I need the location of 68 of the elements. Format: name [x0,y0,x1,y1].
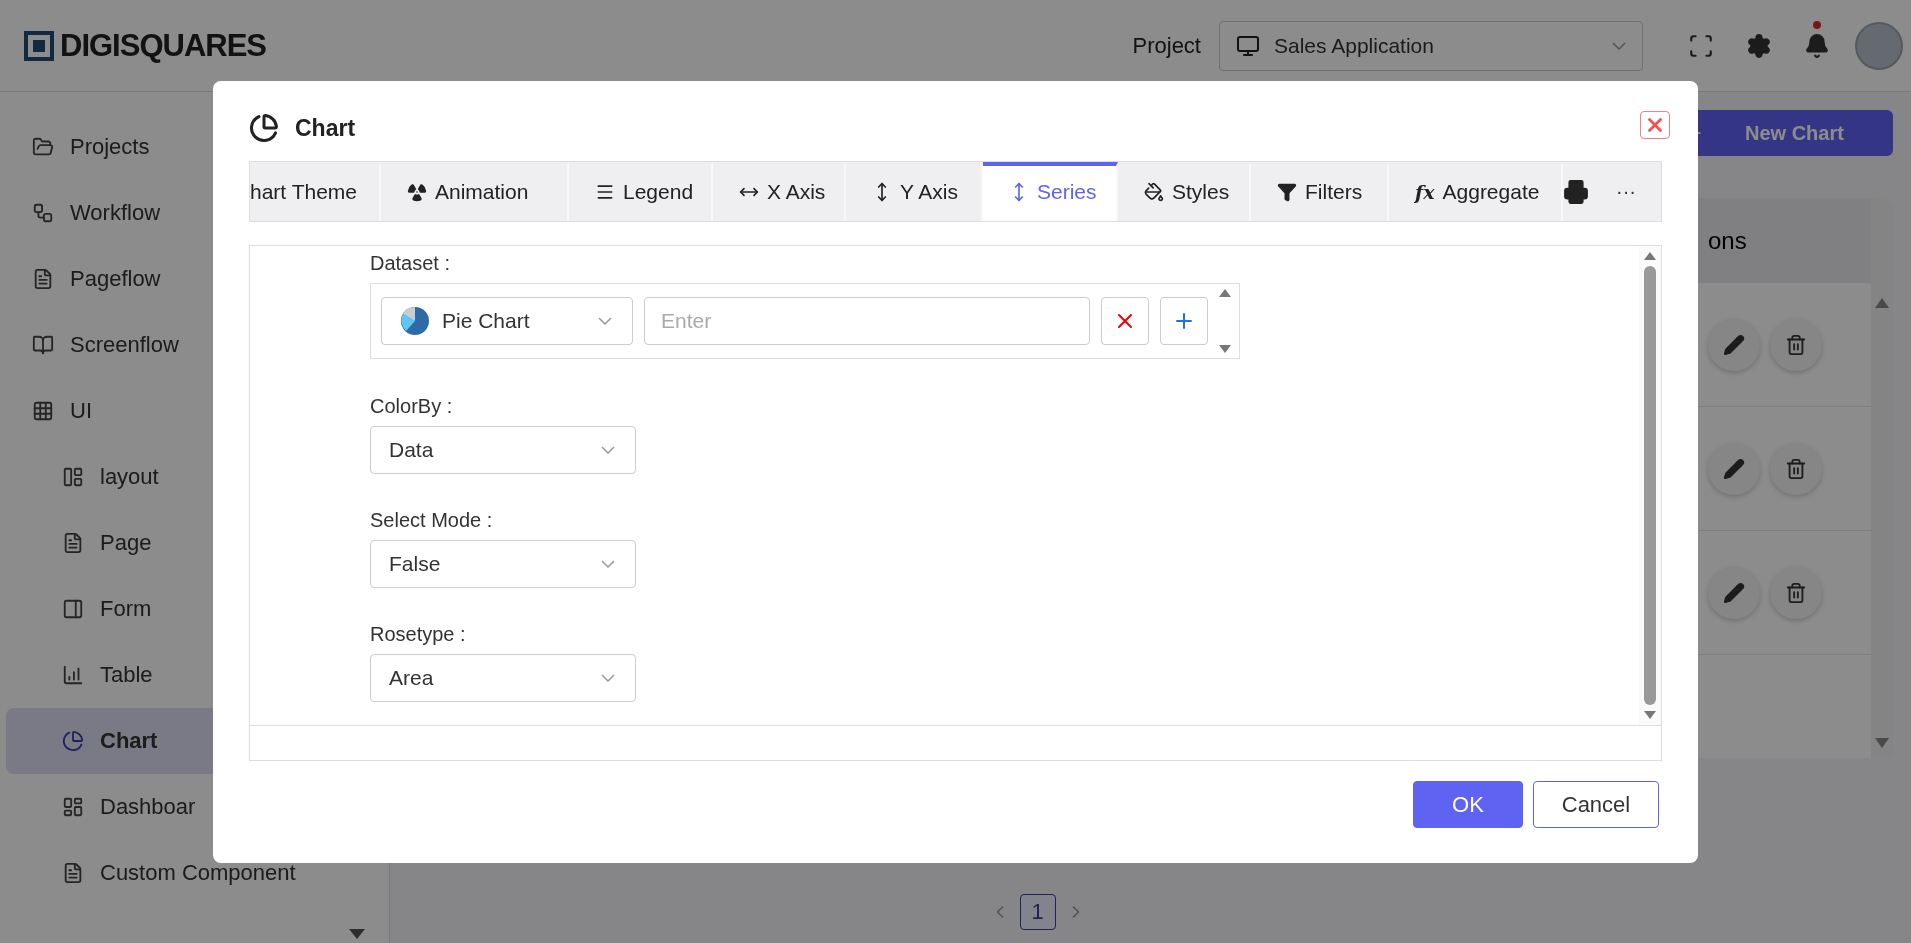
bell-icon[interactable] [1804,32,1830,59]
pencil-icon [1723,333,1745,356]
printer-icon[interactable] [1563,178,1589,205]
field-label: Select Mode : [370,509,494,532]
dashboard-icon [62,796,84,818]
logo-text: DIGISQUARES [60,27,267,64]
scrollbar[interactable] [1871,198,1893,758]
settings-icon[interactable] [1746,32,1772,59]
chevron-down-icon [1612,41,1626,50]
book-icon [32,334,54,356]
edit-button[interactable] [1708,318,1760,371]
chevron-down-icon [601,674,615,682]
sidebar-item[interactable]: Screenflow [6,312,381,378]
edit-button[interactable] [1708,442,1760,495]
delete-button[interactable] [1770,442,1822,495]
tab[interactable]: hart Theme [250,162,381,221]
scroll-down-arrow-icon[interactable] [1219,345,1231,353]
radiation-icon [407,181,427,202]
document-icon [62,862,84,884]
chevron-down-icon [598,317,612,325]
project-select[interactable]: Sales Application [1219,20,1643,71]
grid-icon [32,400,54,422]
tab[interactable]: Series [983,162,1118,221]
input-field[interactable]: Enter [644,297,1090,345]
form-icon [62,598,84,620]
sidebar-item[interactable]: Dashboar [6,774,381,840]
trash-icon [1785,581,1807,604]
dropdown-select[interactable]: False [370,540,636,588]
add-button[interactable] [1160,297,1208,345]
document-icon [32,268,54,290]
folder-icon [32,136,54,158]
delete-button[interactable] [1770,566,1822,619]
edit-button[interactable] [1708,566,1760,619]
layout-icon [62,466,84,488]
field-label: Rosetype : [370,623,467,646]
delete-button[interactable] [1770,318,1822,371]
paint-bucket-icon [1144,181,1164,202]
filter-icon [1277,181,1297,202]
field-label: ColorBy : [370,395,454,418]
ok-button[interactable]: OK [1413,781,1523,828]
dialog-title: Chart [295,114,356,142]
scrollbar[interactable] [1639,246,1661,725]
chevron-down-icon [601,446,615,454]
dropdown-select[interactable]: Area [370,654,636,702]
page-button[interactable]: 1 [1019,894,1056,930]
pencil-icon [1723,457,1745,480]
cancel-button[interactable]: Cancel [1533,781,1659,828]
pie-chart-icon [249,113,279,143]
pie-chart-icon [62,730,84,752]
chevron-down-icon [601,560,615,568]
monitor-icon [1236,33,1260,58]
document-icon [62,532,84,554]
bar-chart-icon [62,664,84,686]
pie-chart-icon [400,306,430,336]
chart-type-select[interactable]: Pie Chart [381,297,633,345]
trash-icon [1785,333,1807,356]
trash-icon [1785,457,1807,480]
fullscreen-icon[interactable] [1688,32,1714,59]
workflow-icon [32,202,54,224]
remove-button[interactable] [1101,297,1149,345]
pencil-icon [1723,581,1745,604]
sidebar-item[interactable]: Custom Component [6,840,381,906]
logo-icon [24,30,54,61]
scroll-up-arrow-icon[interactable] [1219,289,1231,297]
dropdown-select[interactable]: Data [370,426,636,474]
project-label: Project [1132,32,1201,59]
close-button[interactable] [1640,111,1670,139]
scroll-down-arrow-icon[interactable] [349,929,365,939]
